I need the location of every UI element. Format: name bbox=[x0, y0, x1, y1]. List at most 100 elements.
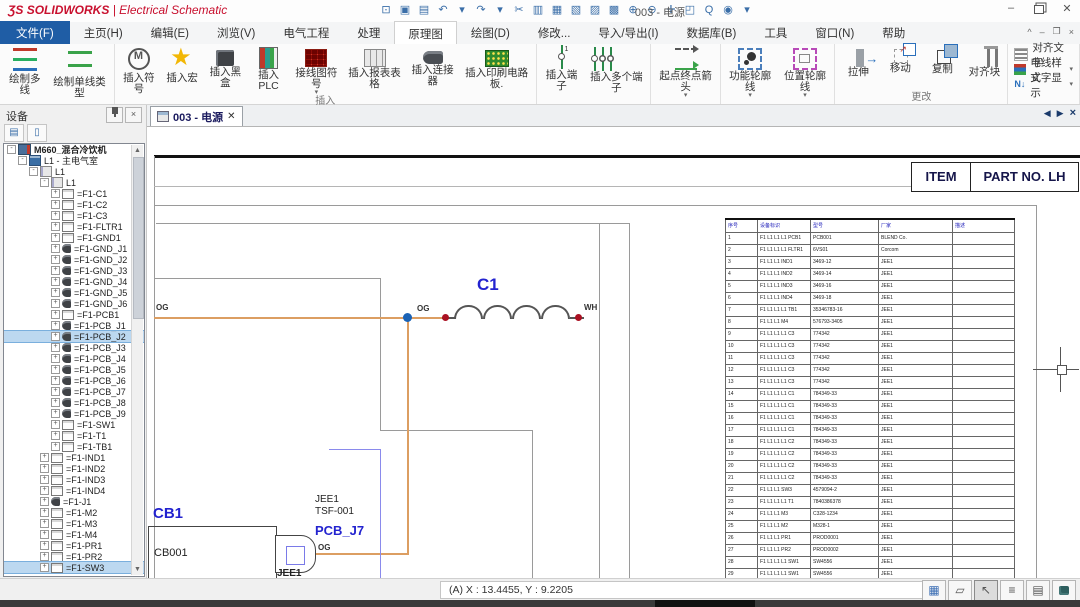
minimize-icon[interactable]: – bbox=[1004, 2, 1018, 17]
panel-close-icon[interactable]: × bbox=[125, 107, 142, 123]
tree-item-=F1-SW3[interactable]: +=F1-SW3 bbox=[4, 562, 144, 573]
pin-icon[interactable] bbox=[106, 107, 123, 123]
line-weight-icon[interactable]: ≡ bbox=[1000, 580, 1024, 601]
tree-expand-icon[interactable]: + bbox=[51, 222, 60, 231]
ribbon-button-位置轮廓线[interactable]: 位置轮廓线▾ bbox=[778, 44, 833, 99]
menu-item-窗口(N)[interactable]: 窗口(N) bbox=[801, 22, 868, 44]
menu-item-浏览(V)[interactable]: 浏览(V) bbox=[203, 22, 269, 44]
tree-item-=F1-PR2[interactable]: +=F1-PR2 bbox=[4, 551, 144, 562]
tree-expand-icon[interactable]: + bbox=[51, 189, 60, 198]
tree-expand-icon[interactable]: + bbox=[51, 431, 60, 440]
tree-expand-icon[interactable]: + bbox=[40, 541, 49, 550]
tree-expand-icon[interactable]: + bbox=[40, 497, 49, 506]
tree-expand-icon[interactable]: - bbox=[18, 156, 27, 165]
tree-item-=F1-PCB_J3[interactable]: +=F1-PCB_J3 bbox=[4, 342, 144, 353]
menu-item-数据库(B)[interactable]: 数据库(B) bbox=[672, 22, 750, 44]
tree-expand-icon[interactable]: + bbox=[40, 552, 49, 561]
tree-expand-icon[interactable]: + bbox=[40, 508, 49, 517]
document-tab[interactable]: 003 - 电源 ✕ bbox=[150, 106, 243, 126]
doc-restore-icon[interactable]: ❐ bbox=[1053, 26, 1061, 37]
print-icon[interactable]: ▤ bbox=[416, 2, 432, 18]
tree-item-=F1-PR1[interactable]: +=F1-PR1 bbox=[4, 540, 144, 551]
tree-item-=F1-GND_J5[interactable]: +=F1-GND_J5 bbox=[4, 287, 144, 298]
tree-expand-icon[interactable]: + bbox=[51, 266, 60, 275]
select-cursor-icon[interactable]: ↖ bbox=[974, 580, 998, 601]
tree-expand-icon[interactable]: - bbox=[29, 167, 38, 176]
ribbon-button-插入印刷电路板.[interactable]: 插入印刷电路板. bbox=[459, 44, 533, 96]
tree-item-=F1-GND_J4[interactable]: +=F1-GND_J4 bbox=[4, 276, 144, 287]
close-icon[interactable]: ✕ bbox=[1060, 2, 1074, 17]
tree-item-=F1-GND_J3[interactable]: +=F1-GND_J3 bbox=[4, 265, 144, 276]
doc-close-icon[interactable]: × bbox=[1069, 27, 1074, 37]
tree-expand-icon[interactable]: + bbox=[40, 486, 49, 495]
scroll-down-icon[interactable]: ▼ bbox=[132, 564, 143, 575]
tree-expand-icon[interactable]: - bbox=[7, 145, 16, 154]
tree-expand-icon[interactable]: + bbox=[40, 464, 49, 473]
tree-expand-icon[interactable]: + bbox=[40, 563, 49, 572]
tree-item-=F1-SW1[interactable]: +=F1-SW1 bbox=[4, 419, 144, 430]
ribbon-button-起点终点箭头[interactable]: 起点终点箭头▾ bbox=[653, 44, 717, 99]
tab-prev-icon[interactable]: ◀ bbox=[1044, 108, 1051, 119]
wire-og-lower[interactable] bbox=[312, 553, 409, 555]
tree-item-L1 - 主电气室[interactable]: -L1 - 主电气室 bbox=[4, 155, 144, 166]
ribbon-button-插入连接器[interactable]: 插入连接器 bbox=[406, 44, 460, 96]
tab-next-icon[interactable]: ▶ bbox=[1057, 108, 1064, 119]
menu-item-工具[interactable]: 工具 bbox=[750, 22, 801, 44]
tree-expand-icon[interactable]: + bbox=[51, 321, 60, 330]
grid-snap-icon[interactable]: ▦ bbox=[922, 580, 946, 601]
menu-item-导入/导出(I)[interactable]: 导入/导出(I) bbox=[584, 22, 672, 44]
tree-expand-icon[interactable]: + bbox=[51, 255, 60, 264]
ribbon-button-插入多个端子[interactable]: 插入多个端子 bbox=[584, 44, 648, 94]
tree-expand-icon[interactable]: + bbox=[51, 299, 60, 308]
ribbon-button-接线图符号[interactable]: 接线图符号▾ bbox=[290, 44, 344, 96]
save-icon[interactable]: ▣ bbox=[397, 2, 413, 18]
component-label-cb1[interactable]: CB1 bbox=[153, 505, 183, 522]
restore-icon[interactable] bbox=[1032, 2, 1046, 17]
tree-expand-icon[interactable]: + bbox=[51, 387, 60, 396]
tree-item-=F1-T1[interactable]: +=F1-T1 bbox=[4, 430, 144, 441]
tree-item-=F1-PCB1[interactable]: +=F1-PCB1 bbox=[4, 309, 144, 320]
tree-item-=F1-PCB_J8[interactable]: +=F1-PCB_J8 bbox=[4, 397, 144, 408]
tree-item-=F1-IND4[interactable]: +=F1-IND4 bbox=[4, 485, 144, 496]
tree-expand-icon[interactable]: + bbox=[51, 420, 60, 429]
trim-mode-icon[interactable]: ▱ bbox=[948, 580, 972, 601]
doc-minimize-icon[interactable]: ‒ bbox=[1040, 27, 1045, 37]
tree-item-=F1-M2[interactable]: +=F1-M2 bbox=[4, 507, 144, 518]
tree-item-=F1-IND3[interactable]: +=F1-IND3 bbox=[4, 474, 144, 485]
tree-scrollbar[interactable]: ▲ ▼ bbox=[131, 145, 143, 575]
tree-item-=F1-PCB_J6[interactable]: +=F1-PCB_J6 bbox=[4, 375, 144, 386]
tree-expand-icon[interactable]: + bbox=[40, 453, 49, 462]
ribbon-button-功能轮廓线[interactable]: 功能轮廓线▾ bbox=[723, 44, 778, 99]
assistant-robot-icon[interactable] bbox=[1052, 580, 1076, 601]
menu-item-主页(H)[interactable]: 主页(H) bbox=[70, 22, 137, 44]
tree-item-=F1-M3[interactable]: +=F1-M3 bbox=[4, 518, 144, 529]
ribbon-button-插入宏[interactable]: 插入宏 bbox=[161, 44, 203, 96]
app-monitor-icon[interactable]: ⊡ bbox=[378, 2, 394, 18]
tab-close-icon[interactable]: ✕ bbox=[227, 111, 235, 122]
ribbon-collapse-icon[interactable]: ^ bbox=[1027, 27, 1031, 37]
menu-item-编辑(E)[interactable]: 编辑(E) bbox=[137, 22, 203, 44]
menu-item-帮助[interactable]: 帮助 bbox=[868, 22, 919, 44]
tree-expand-icon[interactable]: + bbox=[40, 530, 49, 539]
tree-item-=F1-TB1[interactable]: +=F1-TB1 bbox=[4, 441, 144, 452]
ribbon-button-绘制多线[interactable]: 绘制多线 bbox=[2, 44, 47, 99]
tree-item-=F1-GND1[interactable]: +=F1-GND1 bbox=[4, 232, 144, 243]
tree-expand-icon[interactable]: + bbox=[51, 409, 60, 418]
tree-expand-icon[interactable]: + bbox=[51, 244, 60, 253]
tree-expand-icon[interactable]: + bbox=[51, 288, 60, 297]
ribbon-button-插入端子[interactable]: 插入端子 bbox=[539, 44, 584, 94]
tree-expand-icon[interactable]: + bbox=[51, 354, 60, 363]
bom-table[interactable]: 序号设备标识型号厂家描述 1F1 L1 L1 L1 PCB1PCB001BLEN… bbox=[725, 218, 1015, 579]
ribbon-button-拉伸[interactable]: 拉伸 bbox=[837, 44, 879, 92]
tree-item-=F1-C1[interactable]: +=F1-C1 bbox=[4, 188, 144, 199]
tree-expand-icon[interactable]: + bbox=[51, 442, 60, 451]
tree-expand-icon[interactable]: + bbox=[51, 376, 60, 385]
menu-item-处理[interactable]: 处理 bbox=[343, 22, 394, 44]
schematic-canvas[interactable]: ITEM PART NO. LH C1 OG OG WH OG CB1 CB00… bbox=[147, 126, 1080, 579]
tree-item-=F1-C3[interactable]: +=F1-C3 bbox=[4, 210, 144, 221]
tree-item-=F1-IND1[interactable]: +=F1-IND1 bbox=[4, 452, 144, 463]
tree-item-=F1-FLTR1[interactable]: +=F1-FLTR1 bbox=[4, 221, 144, 232]
tree-expand-icon[interactable]: + bbox=[51, 310, 60, 319]
tree-expand-icon[interactable]: - bbox=[40, 178, 49, 187]
tree-item-=F1-PCB_J1[interactable]: +=F1-PCB_J1 bbox=[4, 320, 144, 331]
